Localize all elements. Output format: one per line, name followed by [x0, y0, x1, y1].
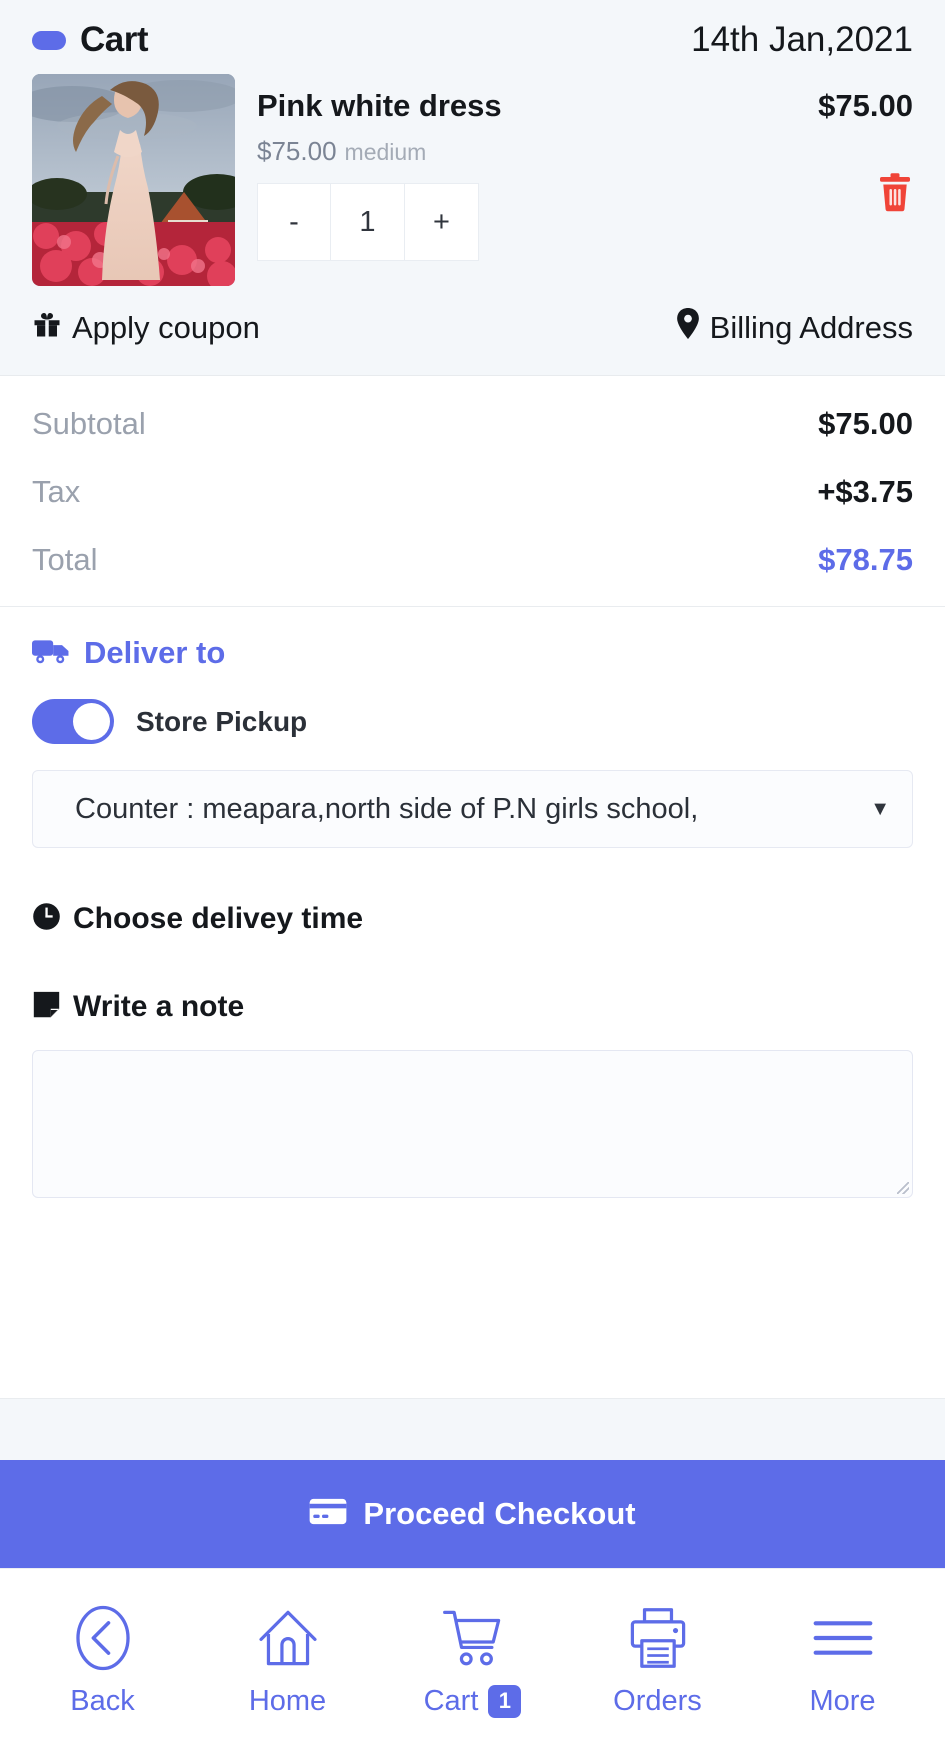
write-a-note-label: Write a note	[73, 990, 245, 1023]
pickup-location-value: Counter : meapara,north side of P.N girl…	[75, 792, 699, 825]
product-thumbnail[interactable]	[32, 74, 235, 286]
resize-handle-icon[interactable]	[897, 1182, 909, 1194]
quantity-decrement-button[interactable]: -	[257, 183, 331, 261]
nav-item-home[interactable]: Home	[203, 1605, 373, 1718]
cart-header-left: Cart	[32, 20, 149, 60]
back-circle-icon	[74, 1605, 132, 1671]
billing-address-label: Billing Address	[709, 309, 913, 345]
totals-section: Subtotal $75.00 Tax +$3.75 Total $78.75	[0, 376, 945, 607]
gift-icon	[32, 309, 62, 347]
product-unit-info: $75.00 medium	[257, 136, 741, 167]
location-pin-icon	[676, 308, 700, 347]
nav-label-cart-text: Cart	[423, 1684, 479, 1717]
apply-coupon-button[interactable]: Apply coupon	[32, 309, 260, 347]
quantity-value[interactable]: 1	[331, 183, 405, 261]
quantity-increment-button[interactable]: +	[405, 183, 479, 261]
product-unit-price: $75.00	[257, 136, 337, 166]
total-value: +$3.75	[817, 474, 913, 509]
quantity-stepper[interactable]: - 1 +	[257, 183, 479, 261]
table-row: Total $78.75	[32, 526, 913, 594]
table-row: Tax +$3.75	[32, 458, 913, 526]
choose-delivery-time-label: Choose delivey time	[73, 902, 364, 935]
delivery-section: Deliver to Store Pickup Counter : meapar…	[0, 607, 945, 1398]
nav-label-back: Back	[70, 1684, 135, 1717]
sticky-note-icon	[32, 990, 61, 1024]
product-name: Pink white dress	[257, 88, 502, 123]
cart-date: 14th Jan,2021	[691, 20, 913, 59]
store-pickup-row[interactable]: Store Pickup	[32, 699, 913, 744]
total-label: Subtotal	[32, 406, 146, 441]
proceed-checkout-label: Proceed Checkout	[363, 1496, 636, 1531]
nav-item-cart[interactable]: Cart 1	[388, 1605, 558, 1718]
cart-panel: Cart 14th Jan,2021 Pink white dress $75.…	[0, 0, 945, 376]
cart-badge-count: 1	[488, 1684, 522, 1718]
credit-card-icon	[309, 1498, 347, 1530]
shopping-cart-icon	[442, 1605, 504, 1671]
cart-actions: Apply coupon Billing Address	[0, 296, 945, 369]
nav-label-orders: Orders	[613, 1684, 702, 1717]
total-label: Total	[32, 542, 98, 577]
product-price-actions: $75.00	[763, 74, 913, 212]
write-a-note-heading: Write a note	[32, 990, 913, 1024]
bottom-navigation: Back Home Cart 1 Orders More	[0, 1568, 945, 1753]
nav-item-back[interactable]: Back	[18, 1605, 188, 1718]
table-row: Subtotal $75.00	[32, 390, 913, 458]
cart-screen: Cart 14th Jan,2021 Pink white dress $75.…	[0, 0, 945, 1753]
product-details: Pink white dress $75.00 medium - 1 +	[257, 74, 741, 261]
cart-pill-icon	[32, 30, 66, 50]
product-line-price: $75.00	[818, 88, 913, 123]
trash-icon[interactable]	[877, 172, 913, 212]
deliver-to-label: Deliver to	[84, 635, 226, 670]
total-label: Tax	[32, 474, 81, 509]
proceed-checkout-button[interactable]: Proceed Checkout	[0, 1460, 945, 1568]
truck-icon	[32, 638, 72, 669]
chevron-down-icon: ▼	[870, 797, 890, 820]
nav-label-home: Home	[248, 1684, 327, 1717]
nav-item-orders[interactable]: Orders	[573, 1605, 743, 1718]
store-pickup-toggle[interactable]	[32, 699, 114, 744]
clock-icon	[32, 902, 61, 936]
cart-header: Cart 14th Jan,2021	[0, 0, 945, 68]
deliver-to-heading: Deliver to	[32, 635, 913, 671]
pickup-location-select[interactable]: Counter : meapara,north side of P.N girl…	[32, 770, 913, 848]
store-pickup-label: Store Pickup	[136, 705, 308, 737]
hamburger-icon	[812, 1605, 874, 1671]
total-value: $75.00	[818, 406, 913, 441]
total-value: $78.75	[818, 542, 913, 577]
cart-item-row: Pink white dress $75.00 medium - 1 + $75.…	[0, 68, 945, 296]
bottom-spacer	[0, 1398, 945, 1460]
product-size: medium	[344, 139, 427, 165]
nav-item-more[interactable]: More	[758, 1605, 928, 1718]
page-title: Cart	[80, 20, 149, 59]
note-textarea[interactable]	[32, 1050, 913, 1198]
toggle-knob	[73, 703, 110, 740]
choose-delivery-time-heading[interactable]: Choose delivey time	[32, 902, 913, 936]
nav-label-cart: Cart 1	[423, 1684, 522, 1718]
home-icon	[257, 1605, 319, 1671]
apply-coupon-label: Apply coupon	[72, 309, 260, 345]
printer-icon	[628, 1605, 688, 1671]
nav-label-more: More	[809, 1684, 876, 1717]
billing-address-button[interactable]: Billing Address	[676, 308, 913, 347]
